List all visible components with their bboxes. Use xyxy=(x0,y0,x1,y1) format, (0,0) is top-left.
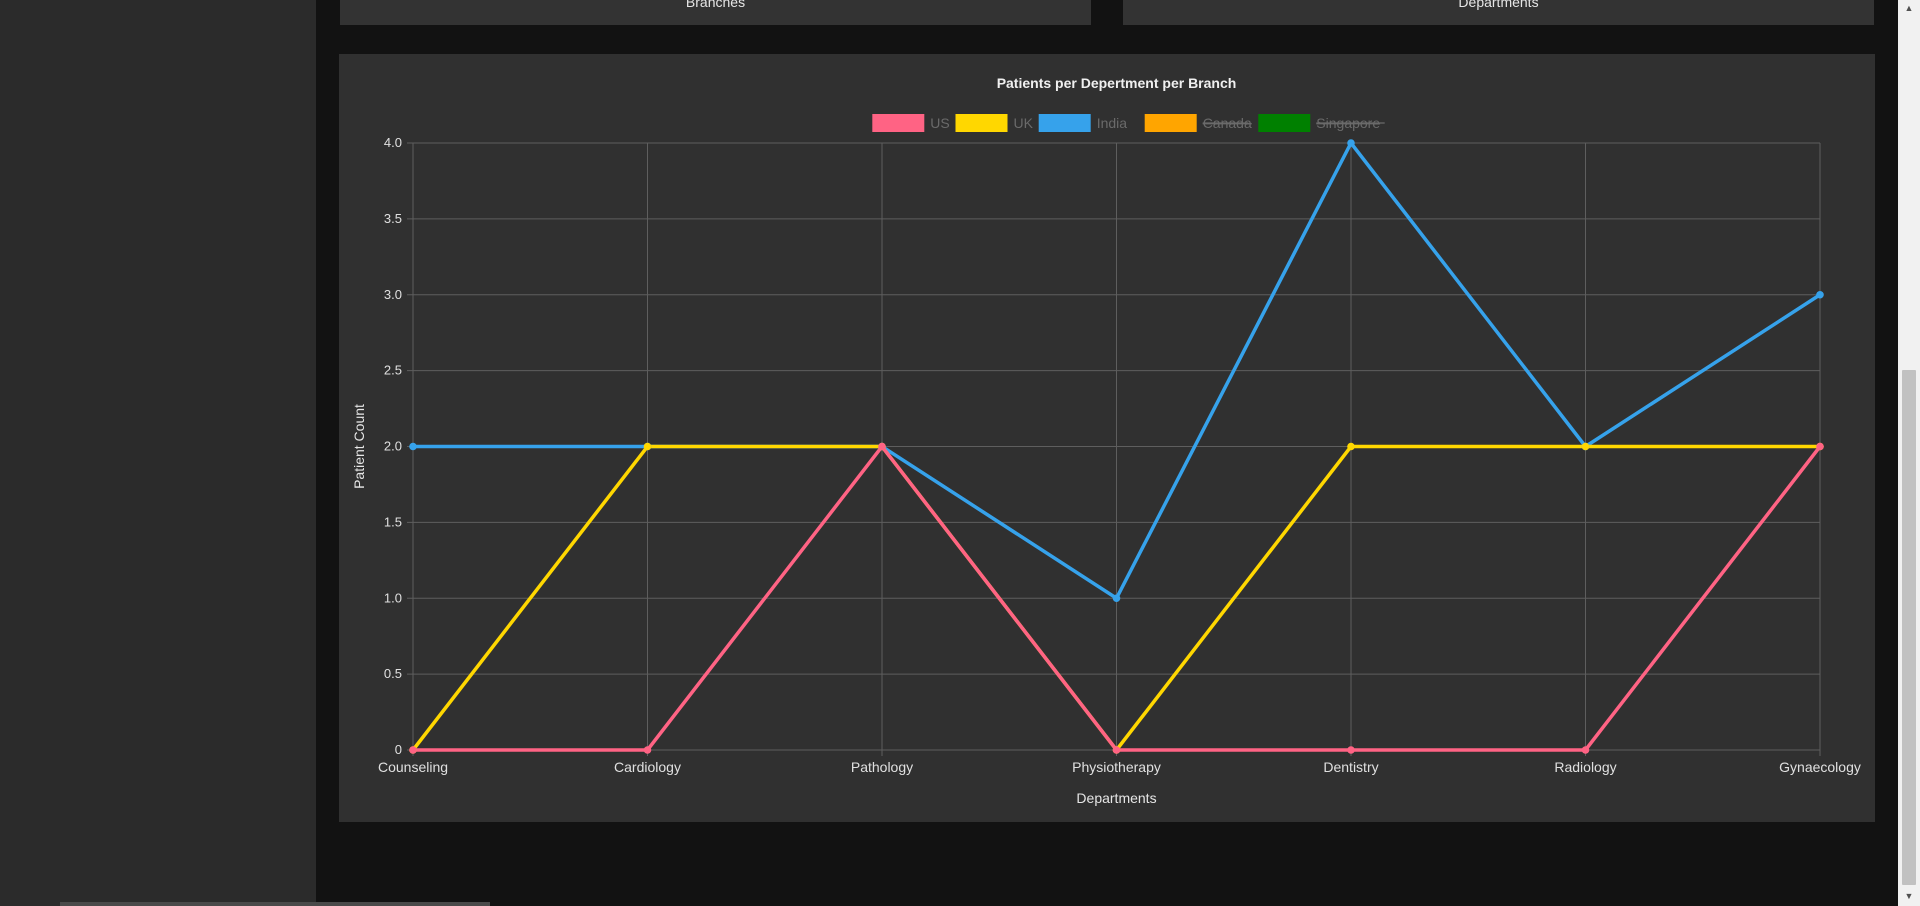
x-tick-label: Radiology xyxy=(1554,759,1616,775)
departments-card-title: Departments xyxy=(1458,0,1539,10)
y-tick-label: 1.5 xyxy=(384,514,402,529)
y-tick-label: 1.0 xyxy=(384,590,402,605)
legend-swatch xyxy=(872,114,925,132)
data-point xyxy=(878,442,886,451)
x-tick-label: Counseling xyxy=(378,759,448,775)
x-tick-label: Physiotherapy xyxy=(1072,759,1161,775)
legend-label: India xyxy=(1097,115,1128,131)
x-tick-label: Dentistry xyxy=(1323,759,1378,775)
y-tick-label: 2.0 xyxy=(384,439,402,454)
data-point xyxy=(1816,442,1824,451)
data-point xyxy=(409,746,417,754)
chart-card: 0 0.5 1.0 1.5 2.0 2.5 3.0 3.5 4.0 Counseling Cardi… xyxy=(339,54,1875,822)
data-point xyxy=(1347,442,1355,451)
y-tick-label: 4.0 xyxy=(384,135,402,150)
y-tick-label: 2.5 xyxy=(384,363,402,378)
data-point xyxy=(1112,746,1121,754)
x-tick-label: Gynaecology xyxy=(1779,759,1861,775)
data-point xyxy=(409,442,417,451)
branches-card-title: Branches xyxy=(685,0,746,10)
legend-swatch xyxy=(955,114,1008,132)
data-point xyxy=(1347,139,1355,147)
data-point xyxy=(1112,594,1121,603)
x-tick-label: Pathology xyxy=(851,759,913,775)
triangle-up-icon[interactable]: ▲ xyxy=(1898,0,1920,16)
triangle-down-icon[interactable]: ▼ xyxy=(1898,888,1920,904)
legend-label: UK xyxy=(1014,115,1034,131)
y-tick-label: 3.0 xyxy=(384,287,402,302)
y-tick-label: 0 xyxy=(395,742,402,757)
data-point xyxy=(1581,442,1590,451)
y-tick-label: 3.5 xyxy=(384,211,402,226)
legend-label: US xyxy=(930,115,949,131)
horizontal-scroll-indicator xyxy=(60,902,490,906)
chart-title: Patients per Depertment per Branch xyxy=(997,75,1237,91)
branches-card: Branches xyxy=(340,0,1091,25)
data-point xyxy=(1816,290,1824,299)
data-point xyxy=(1347,746,1355,754)
y-axis-label: Patient Count xyxy=(351,404,367,489)
line-chart: 0 0.5 1.0 1.5 2.0 2.5 3.0 3.5 4.0 Counseling Cardi… xyxy=(351,75,1861,806)
data-point xyxy=(643,442,652,451)
scrollbar-thumb[interactable] xyxy=(1902,370,1916,885)
y-tick-label: 0.5 xyxy=(384,666,402,681)
data-point xyxy=(643,746,652,754)
data-point xyxy=(1581,746,1590,754)
legend-swatch xyxy=(1038,114,1091,132)
legend-swatch xyxy=(1258,114,1311,132)
departments-card: Departments xyxy=(1123,0,1874,25)
vertical-scrollbar[interactable]: ▲ ▼ xyxy=(1898,0,1920,906)
legend-swatch xyxy=(1144,114,1197,132)
x-tick-label: Cardiology xyxy=(614,759,681,775)
app-window: Branches Departments 0 0.5 1.0 1.5 2.0 2.5 3.0… xyxy=(0,0,1920,906)
sidebar xyxy=(0,0,316,906)
x-axis-label: Departments xyxy=(1076,790,1156,806)
